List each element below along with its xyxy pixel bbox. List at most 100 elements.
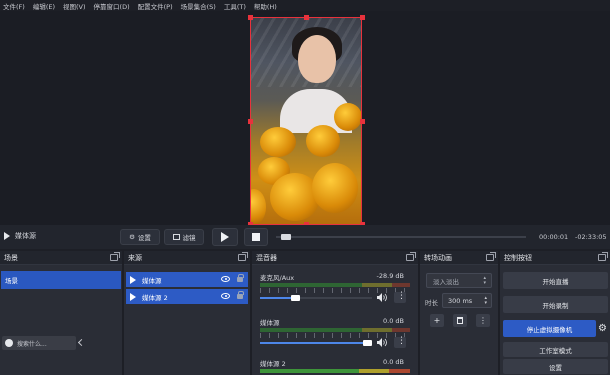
lock-icon[interactable] [237,291,244,299]
meter-scale [260,288,410,293]
volume-meter [260,369,410,373]
trash-icon [457,317,463,324]
transition-type-select[interactable]: 淡入淡出 ▴ ▾ [426,273,492,288]
time-remaining: -02:33:05 [575,233,607,241]
menu-tools[interactable]: 工具(T) [224,1,246,11]
resize-handle[interactable] [248,15,253,20]
transitions-dock: 转场动画 淡入淡出 ▴ ▾ 时长 300 ms ▴ ▾ + ⋮ [420,251,498,375]
plus-icon: + [433,316,441,325]
lock-icon[interactable] [237,274,244,282]
duration-label: 时长 [425,299,438,307]
seek-knob[interactable] [281,234,291,240]
mixer-header: 混音器 [252,251,418,265]
source-item[interactable]: 媒体源 2 [126,289,248,304]
media-source-icon [130,292,136,301]
stop-virtual-camera-button[interactable]: 停止虚拟摄像机 [503,320,596,337]
channel-name: 媒体源 2 [260,360,286,368]
source-item-label: 媒体源 [142,276,162,285]
virtual-camera-settings-gear-icon[interactable]: ⚙ [598,323,607,334]
properties-label: 设置 [137,234,151,242]
resize-handle[interactable] [360,15,365,20]
seek-bar[interactable] [276,234,526,240]
spin-arrows-icon: ▴ ▾ [483,275,486,286]
filters-button[interactable]: 滤镜 [164,229,204,245]
sources-dock: 来源 媒体源 媒体源 2 [124,251,250,375]
slider-track-rest [300,297,372,299]
source-item[interactable]: 媒体源 [126,272,248,287]
duration-input[interactable]: 300 ms ▴ ▾ [442,293,492,308]
transitions-header: 转场动画 [420,251,498,265]
search-placeholder: 搜索什么... [17,340,47,348]
collapse-chevron-icon[interactable] [77,338,86,347]
play-state-icon [4,232,10,240]
menu-edit[interactable]: 编辑(E) [33,1,55,11]
undock-icon[interactable] [598,252,608,261]
start-recording-button[interactable]: 开始录制 [503,296,608,313]
scenes-header: 场景 [0,251,122,265]
more-options-icon[interactable] [394,336,406,348]
sources-header: 来源 [124,251,250,265]
undock-icon[interactable] [110,252,120,261]
filters-label: 滤镜 [182,234,196,242]
settings-button[interactable]: 设置 [503,359,608,374]
volume-slider[interactable] [260,340,372,346]
properties-button[interactable]: ⚙ 设置 [120,229,160,245]
channel-db: -28.9 dB [376,272,404,280]
current-source-name: 媒体源 [15,232,36,240]
menu-scene-collection[interactable]: 场景集合(S) [181,1,216,11]
stop-button[interactable] [244,228,268,246]
undock-icon[interactable] [238,252,248,261]
more-options-icon[interactable] [394,291,406,303]
volume-slider[interactable] [260,295,372,301]
preview-canvas[interactable] [0,11,610,227]
add-transition-button[interactable]: + [430,314,444,327]
source-item-label: 媒体源 2 [142,293,168,302]
channel-name: 麦克风/Aux [260,274,295,282]
stop-icon [252,233,260,241]
transition-properties-button[interactable]: ⋮ [476,314,490,327]
visibility-eye-icon[interactable] [221,276,230,282]
menu-help[interactable]: 帮助(H) [254,1,277,11]
meter-scale [260,333,410,338]
menu-profile[interactable]: 配置文件(P) [138,1,173,11]
undock-icon[interactable] [406,252,416,261]
scenes-title: 场景 [4,253,18,262]
scene-item[interactable]: 场景 [1,271,121,289]
channel-name: 媒体源 [260,319,280,327]
menu-file[interactable]: 文件(F) [3,1,25,11]
controls-dock: 控制按钮 开始直播 开始录制 停止虚拟摄像机 ⚙ 工作室模式 设置 [500,251,610,375]
volume-meter [260,328,410,332]
play-icon [221,232,229,242]
transitions-title: 转场动画 [424,253,452,262]
spin-arrows-icon[interactable]: ▴ ▾ [484,296,487,306]
studio-mode-button[interactable]: 工作室模式 [503,342,608,357]
search-input[interactable]: 搜索什么... [2,336,86,350]
visibility-eye-icon[interactable] [221,293,230,299]
scenes-dock: 场景 场景 搜索什么... [0,251,122,375]
resize-handle[interactable] [248,119,253,124]
play-button[interactable] [212,228,238,246]
delete-transition-button[interactable] [453,314,467,327]
resize-handle[interactable] [360,119,365,124]
resize-handle[interactable] [304,15,309,20]
transition-type-value: 淡入淡出 [433,277,459,286]
menu-docks[interactable]: 停靠窗口(D) [94,1,130,11]
controls-header: 控制按钮 [500,251,610,265]
volume-slider-knob[interactable] [363,340,372,346]
volume-slider-knob[interactable] [291,295,300,301]
speaker-icon[interactable] [377,338,387,347]
filter-icon [172,234,180,240]
speaker-icon[interactable] [377,293,387,302]
menu-bar: 文件(F) 编辑(E) 视图(V) 停靠窗口(D) 配置文件(P) 场景集合(S… [0,0,610,11]
mixer-title: 混音器 [256,253,277,262]
media-source-icon [130,275,136,284]
undock-icon[interactable] [486,252,496,261]
more-options-icon: ⋮ [479,316,487,325]
duration-value: 300 ms [448,296,473,305]
menu-view[interactable]: 视图(V) [63,1,86,11]
channel-db: 0.0 dB [383,358,404,366]
channel-db: 0.0 dB [383,317,404,325]
scene-item-label: 场景 [5,277,18,285]
start-streaming-button[interactable]: 开始直播 [503,272,608,289]
selection-box[interactable] [250,17,362,225]
